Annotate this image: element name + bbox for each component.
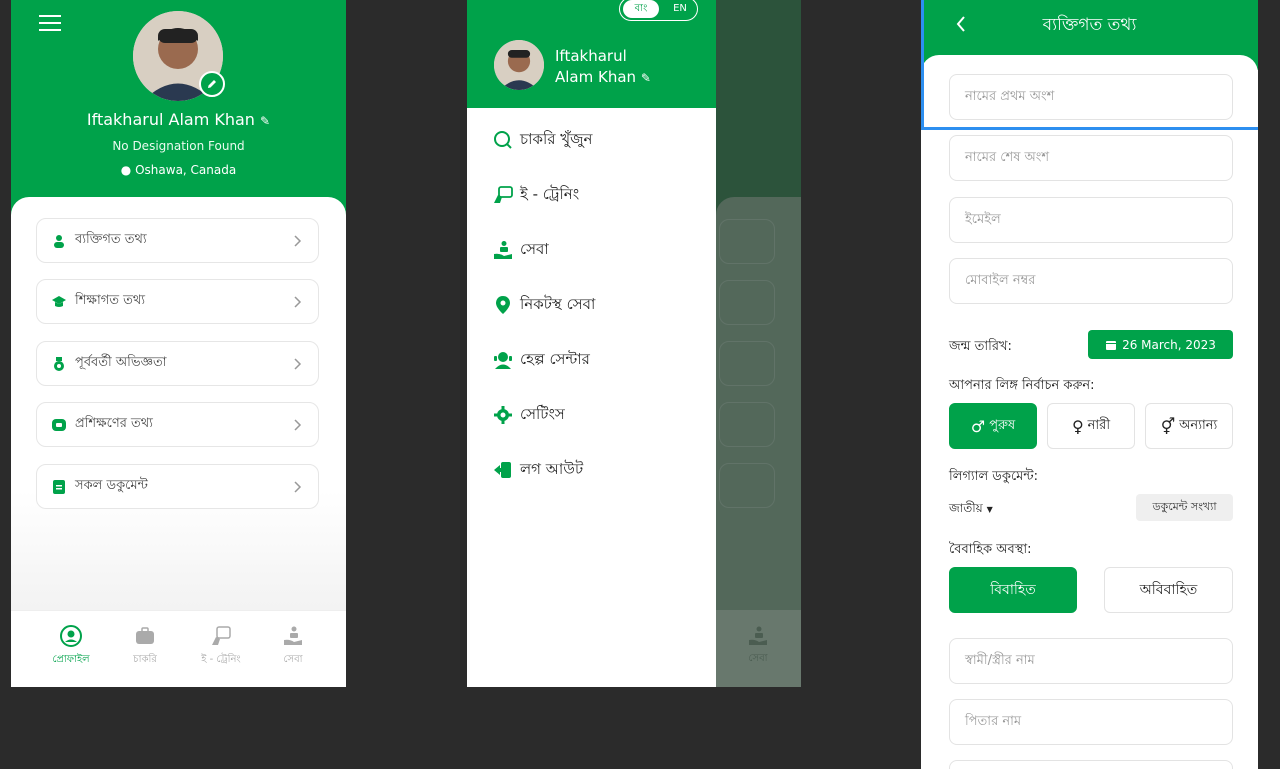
drawer-item-logout[interactable]: লগ আউট [493,455,713,485]
person-icon [54,234,64,248]
gender-other-button[interactable]: ⚥ অন্যান্য [1145,403,1233,449]
legal-document-label: লিগ্যাল ডকুমেন্ট: [949,469,1038,484]
chevron-right-icon [294,295,302,308]
dob-picker-button[interactable]: 26 March, 2023 [1088,330,1233,359]
navigation-drawer: বাং EN Iftakharul Alam Khan ✎ চাকরি খুঁজ… [467,0,716,687]
drawer-item-settings[interactable]: সেটিংস [493,400,713,430]
chevron-right-icon [294,480,302,493]
certificate-icon [52,418,66,431]
profile-location: ● Oshawa, Canada [120,163,237,177]
document-icon [53,479,65,494]
gender-label: আপনার লিঙ্গ নির্বাচন করুন: [949,378,1095,393]
briefcase-icon [136,627,154,644]
profile-designation: No Designation Found [112,139,245,153]
pencil-icon [208,80,216,88]
drawer-user-name: Iftakharul Alam Khan ✎ [555,47,651,86]
drawer-item-help-center[interactable]: হেল্প সেন্টার [493,345,713,375]
medal-icon [54,356,64,371]
nav-e-training[interactable]: ই - ট্রেনিং [191,625,251,669]
search-icon [494,131,512,149]
caret-down-icon: ▼ [986,505,993,514]
other-gender-symbol-icon: ⚥ [1160,416,1176,436]
language-toggle[interactable]: বাং EN [619,0,698,21]
last-name-input[interactable]: নামের শেষ অংশ [949,135,1233,181]
e-training-icon [494,186,513,203]
card-personal-info[interactable]: ব্যক্তিগত তথ্য [36,218,319,263]
mobile-input[interactable]: মোবাইল নম্বর [949,258,1233,304]
document-number-input[interactable]: ডকুমেন্ট সংখ্যা [1136,494,1233,521]
chevron-right-icon [294,234,302,247]
drawer-item-e-training[interactable]: ই - ট্রেনিং [493,180,713,210]
service-hand-icon [494,241,512,259]
avatar [494,40,544,90]
location-pin-icon [496,296,510,314]
email-input[interactable]: ইমেইল [949,197,1233,243]
lang-en-option[interactable]: EN [666,0,694,18]
drawer-item-service[interactable]: সেবা [493,235,713,265]
profile-icon [60,625,82,647]
male-symbol-icon: ♂ [970,416,986,436]
marital-status-label: বৈবাহিক অবস্থা: [949,542,1032,557]
card-all-documents[interactable]: সকল ডকুমেন্ট [36,464,319,509]
father-name-input[interactable]: পিতার নাম [949,699,1233,745]
next-input[interactable] [949,760,1233,769]
logout-icon [494,462,511,478]
pencil-icon[interactable]: ✎ [641,71,651,85]
location-pin-icon: ● [120,163,132,177]
married-button[interactable]: বিবাহিত [949,567,1077,613]
service-hand-icon [284,626,302,645]
edit-photo-button[interactable] [199,71,225,97]
document-type-select[interactable]: জাতীয় ▼ [949,500,993,520]
help-center-icon [494,352,512,369]
card-training-info[interactable]: প্রশিক্ষণের তথ্য [36,402,319,447]
calendar-icon [1106,340,1117,350]
dob-label: জন্ম তারিখ: [949,339,1012,354]
chevron-right-icon [294,357,302,370]
drawer-item-find-jobs[interactable]: চাকরি খুঁজুন [493,125,713,155]
chevron-right-icon [294,418,302,431]
card-previous-experience[interactable]: পূর্ববর্তী অভিজ্ঞতা [36,341,319,386]
drawer-header: বাং EN Iftakharul Alam Khan ✎ [467,0,716,108]
profile-body: ব্যক্তিগত তথ্য শিক্ষাগত তথ্য পূর্ববর্তী … [11,197,346,617]
gear-icon [494,406,512,424]
female-symbol-icon: ♀ [1071,416,1084,436]
lang-bn-option[interactable]: বাং [623,0,659,18]
profile-screen: Iftakharul Alam Khan ✎ No Designation Fo… [11,0,346,687]
drawer-item-nearby-service[interactable]: নিকটস্থ সেবা [493,290,713,320]
unmarried-button[interactable]: অবিবাহিত [1104,567,1233,613]
profile-name: Iftakharul Alam Khan ✎ [86,110,271,129]
card-education-info[interactable]: শিক্ষাগত তথ্য [36,279,319,324]
personal-info-screen: ব্যক্তিগত তথ্য নামের প্রথম অংশ নামের শেষ… [921,0,1258,769]
gender-male-button[interactable]: ♂ পুরুষ [949,403,1037,449]
bottom-navigation: প্রোফাইল চাকরি ই - ট্রেনিং সেবা [11,610,346,687]
first-name-input[interactable]: নামের প্রথম অংশ [949,74,1233,120]
nav-jobs[interactable]: চাকরি [115,625,175,669]
pencil-icon[interactable]: ✎ [260,114,270,128]
spouse-name-input[interactable]: স্বামী/স্ত্রীর নাম [949,638,1233,684]
hamburger-menu-icon[interactable] [39,14,61,32]
nav-profile[interactable]: প্রোফাইল [41,625,101,669]
e-training-icon [212,626,231,645]
nav-service[interactable]: সেবা [263,625,323,669]
gender-female-button[interactable]: ♀ নারী [1047,403,1135,449]
graduation-cap-icon [52,295,66,307]
